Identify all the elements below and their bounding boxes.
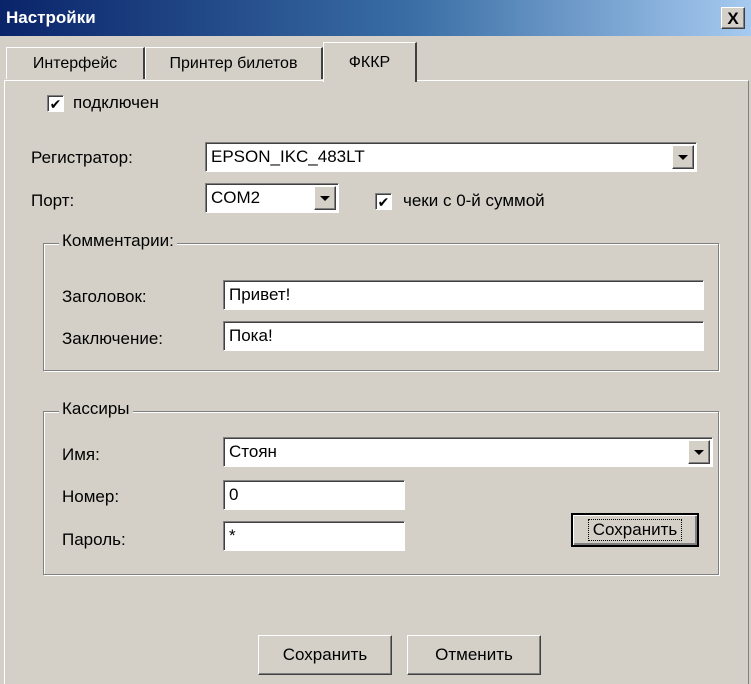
cashiers-group-title: Кассиры <box>59 399 133 419</box>
tab-ticket-printer-label: Принтер билетов <box>169 54 298 72</box>
chevron-down-icon <box>678 154 688 160</box>
connected-checkbox[interactable]: ✔ <box>47 95 64 112</box>
save-cashier-button[interactable]: Сохранить <box>571 513 699 547</box>
chevron-down-icon <box>320 195 330 201</box>
tab-fkkr-label: ФККР <box>348 53 391 71</box>
tab-ticket-printer[interactable]: Принтер билетов <box>145 47 323 79</box>
zero-sum-checkbox[interactable]: ✔ <box>375 193 392 210</box>
cancel-button-label: Отменить <box>435 645 513 664</box>
port-value: COM2 <box>211 188 261 207</box>
window-title: Настройки <box>6 8 96 27</box>
connected-label: подключен <box>73 93 159 112</box>
check-icon: ✔ <box>49 95 62 112</box>
tab-interface-label: Интерфейс <box>32 54 118 72</box>
registrar-label: Регистратор: <box>31 148 133 167</box>
header-input[interactable]: Привет! <box>223 280 704 310</box>
check-icon: ✔ <box>377 193 390 210</box>
save-button[interactable]: Сохранить <box>258 635 392 675</box>
save-button-label: Сохранить <box>282 645 368 664</box>
cashier-dropdown-button[interactable] <box>688 440 710 464</box>
title-bar: Настройки X <box>0 0 751 36</box>
header-label: Заголовок: <box>62 287 147 306</box>
save-cashier-label: Сохранить <box>587 519 683 541</box>
registrar-select[interactable]: EPSON_IKC_483LT <box>205 142 697 172</box>
cancel-button[interactable]: Отменить <box>407 635 541 675</box>
close-icon: X <box>727 8 739 28</box>
footer-input[interactable]: Пока! <box>223 321 704 351</box>
tab-fkkr[interactable]: ФККР <box>323 42 417 82</box>
cashier-name-value: Стоян <box>229 442 277 461</box>
registrar-dropdown-button[interactable] <box>672 145 694 169</box>
cashier-password-value: * <box>229 526 236 545</box>
header-value: Привет! <box>229 285 291 304</box>
port-label: Порт: <box>31 191 75 210</box>
registrar-value: EPSON_IKC_483LT <box>211 147 365 166</box>
tab-interface[interactable]: Интерфейс <box>6 47 145 79</box>
port-select[interactable]: COM2 <box>205 183 339 213</box>
port-dropdown-button[interactable] <box>314 186 336 210</box>
cashier-password-label: Пароль: <box>62 530 126 549</box>
close-button[interactable]: X <box>721 7 745 29</box>
cashier-password-input[interactable]: * <box>223 521 405 551</box>
footer-value: Пока! <box>229 326 273 345</box>
footer-label: Заключение: <box>62 329 164 348</box>
cashier-name-label: Имя: <box>62 445 100 464</box>
zero-sum-label: чеки с 0-й суммой <box>403 191 545 210</box>
tab-panel-fkkr: ✔ подключен Регистратор: EPSON_IKC_483LT… <box>4 80 749 684</box>
cashier-number-value: 0 <box>229 485 239 504</box>
comments-group-title: Комментарии: <box>59 231 177 251</box>
cashier-number-label: Номер: <box>62 487 120 506</box>
cashier-number-input[interactable]: 0 <box>223 480 405 510</box>
cashier-name-select[interactable]: Стоян <box>223 437 713 467</box>
chevron-down-icon <box>694 449 704 455</box>
